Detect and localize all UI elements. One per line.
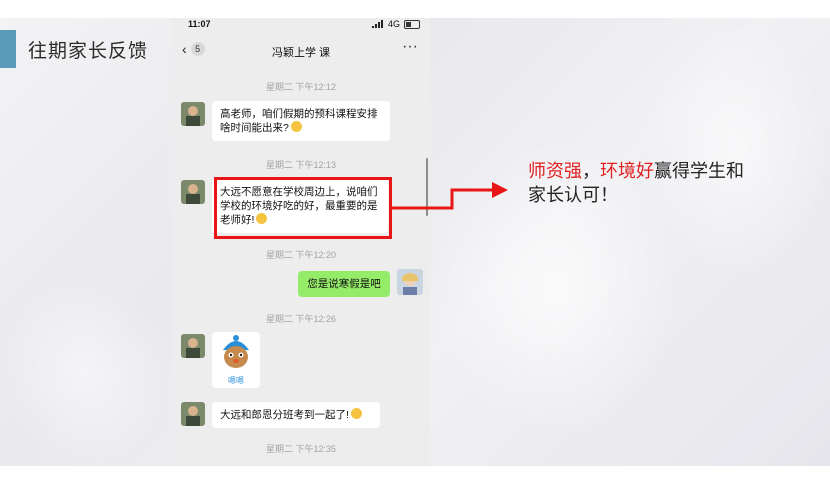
emoji-icon — [350, 408, 362, 419]
sticker-character-icon — [223, 335, 249, 368]
annotation-highlight: 环境好 — [600, 161, 654, 182]
parent-avatar[interactable] — [181, 180, 205, 204]
annotation-text: 师资强，环境好赢得学生和 家长认可！ — [528, 160, 798, 208]
chat-nav-bar: ‹ 5 冯颖上学 课 ··· — [172, 36, 430, 62]
annotation-separator: ， — [582, 161, 600, 182]
network-type: 4G — [387, 19, 400, 29]
annotation-body: 赢得学生和 — [654, 161, 744, 182]
teacher-avatar[interactable] — [397, 269, 423, 295]
status-indicators: 4G — [371, 19, 420, 29]
background-texture — [0, 278, 170, 466]
signal-icon — [371, 20, 383, 28]
slide: 往期家长反馈 11:07 4G ‹ 5 冯颖上学 课 ··· 星期二 下午12:… — [0, 18, 830, 466]
section-accent-bar — [0, 30, 16, 68]
emoji-icon — [290, 121, 302, 132]
battery-icon — [404, 19, 420, 29]
section-title: 往期家长反馈 — [28, 40, 149, 62]
message-bubble: 大远和郎恩分班考到一起了! — [212, 402, 380, 428]
message-bubble: 高老师，咱们假期的预科课程安排啥时间能出来? — [212, 101, 390, 141]
annotation-body: 家长认可！ — [528, 185, 618, 206]
sticker-caption: 嗯嗯 — [228, 376, 244, 385]
parent-avatar[interactable] — [181, 102, 205, 126]
parent-avatar[interactable] — [181, 334, 205, 358]
message-timestamp: 星期二 下午12:26 — [265, 314, 337, 324]
message-text: 大远和郎恩分班考到一起了! — [220, 409, 349, 421]
arrow-icon — [392, 182, 508, 210]
highlight-box — [214, 177, 392, 239]
annotation-highlight: 师资强 — [528, 161, 582, 182]
message-timestamp: 星期二 下午12:35 — [265, 444, 337, 454]
parent-avatar[interactable] — [181, 402, 205, 426]
more-icon[interactable]: ··· — [402, 38, 418, 56]
message-bubble-self: 您是说寒假是吧 — [298, 271, 390, 297]
chat-title: 冯颖上学 课 — [271, 47, 331, 59]
message-timestamp: 星期二 下午12:12 — [265, 82, 337, 92]
wechat-screenshot: 11:07 4G ‹ 5 冯颖上学 课 ··· 星期二 下午12:12 高老师，… — [172, 18, 430, 466]
status-time: 11:07 — [188, 19, 211, 29]
message-text: 您是说寒假是吧 — [307, 278, 381, 290]
background-texture — [640, 18, 830, 278]
sticker-message: 嗯嗯 — [212, 332, 260, 388]
message-timestamp: 星期二 下午12:20 — [265, 250, 337, 260]
status-bar: 11:07 4G — [172, 18, 430, 34]
message-timestamp: 星期二 下午12:13 — [265, 160, 337, 170]
